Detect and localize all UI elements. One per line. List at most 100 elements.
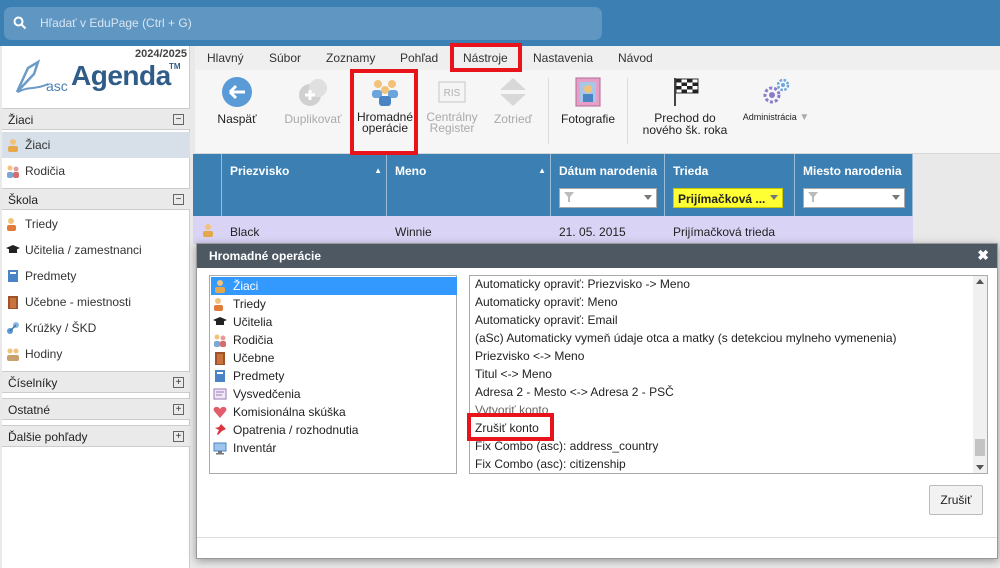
list-item[interactable]: Titul <-> Meno <box>475 367 552 385</box>
ascagenda-logo: asc Agenda TM <box>14 52 189 100</box>
menu-item-hlavny[interactable]: Hlavný <box>207 51 244 65</box>
list-item[interactable]: Učebne <box>211 349 457 367</box>
sidebar-item-kruzky[interactable]: Krúžky / ŠKD <box>2 315 190 341</box>
scrollbar[interactable] <box>973 276 987 473</box>
list-item[interactable]: Adresa 2 - Mesto <-> Adresa 2 - PSČ <box>475 385 674 403</box>
column-header-datum-narodenia[interactable]: Dátum narodenia <box>551 154 665 216</box>
chevron-down-icon <box>892 195 900 200</box>
expand-button[interactable]: + <box>173 404 184 415</box>
sidebar-item-label: Hodiny <box>25 347 63 361</box>
filter-datum[interactable] <box>559 188 657 208</box>
sidebar-item-label: Učitelia / zamestnanci <box>25 243 142 257</box>
scroll-down-icon[interactable] <box>976 465 984 470</box>
scroll-up-icon[interactable] <box>976 279 984 284</box>
scrollbar-thumb[interactable] <box>975 439 985 456</box>
new-school-year-button[interactable]: Prechod do nového šk. roka <box>639 76 731 136</box>
list-item-label: Inventár <box>233 441 277 455</box>
list-item[interactable]: Vysvedčenia <box>211 385 457 403</box>
book-icon <box>215 370 225 382</box>
monitor-icon <box>213 442 227 455</box>
sidebar-section-skola[interactable]: Škola − <box>2 188 190 210</box>
sidebar-item-hodiny[interactable]: Hodiny <box>2 341 190 367</box>
list-item-label: Opatrenia / rozhodnutia <box>233 423 359 437</box>
list-item-label: Vysvedčenia <box>233 387 301 401</box>
menu-item-navod[interactable]: Návod <box>618 51 653 65</box>
sidebar-item-predmety[interactable]: Predmety <box>2 263 190 289</box>
section-label: Škola <box>8 193 39 207</box>
list-item[interactable]: Opatrenia / rozhodnutia <box>211 421 457 439</box>
list-item[interactable]: Učitelia <box>211 313 457 331</box>
menu-item-zoznamy[interactable]: Zoznamy <box>326 51 375 65</box>
left-panel: 2024/2025 asc Agenda TM Žiaci − Žiaci Ro… <box>2 46 190 568</box>
sidebar-section-ziaci[interactable]: Žiaci − <box>2 108 190 130</box>
sidebar-item-ziaci[interactable]: Žiaci <box>2 132 190 158</box>
toolbar: Naspäť Duplikovať Hromadné operácie RIS … <box>195 70 1000 154</box>
duplicate-button[interactable]: Duplikovať <box>283 76 343 126</box>
list-item[interactable]: (aSc) Automaticky vymeň údaje otca a mat… <box>475 331 897 349</box>
operations-list[interactable]: Automaticky opraviť: Priezvisko -> Meno … <box>469 275 988 474</box>
finish-flag-icon <box>674 78 699 106</box>
bulk-operations-dialog: Hromadné operácie ✖ Žiaci Triedy Učiteli… <box>196 243 998 559</box>
sidebar-item-triedy[interactable]: Triedy <box>2 211 190 237</box>
sort-button[interactable]: Zotrieď <box>490 76 536 126</box>
list-item[interactable]: Fix Combo (asc): citizenship <box>475 457 626 473</box>
cell-birth-date: 21. 05. 2015 <box>559 225 626 239</box>
filter-funnel-icon <box>564 192 574 202</box>
photos-button[interactable]: Fotografie <box>557 76 619 126</box>
column-header-priezvisko[interactable]: Priezvisko ▲ <box>222 154 387 216</box>
list-item[interactable]: Automaticky opraviť: Email <box>475 313 618 331</box>
list-item[interactable]: Automaticky opraviť: Meno <box>475 295 618 313</box>
administration-button[interactable]: Administrácia ▼ <box>739 76 813 123</box>
list-item[interactable]: Priezvisko <-> Meno <box>475 349 584 367</box>
list-item[interactable]: Triedy <box>211 295 457 313</box>
list-item[interactable]: Inventár <box>211 439 457 457</box>
collapse-button[interactable]: − <box>173 194 184 205</box>
sidebar-item-label: Rodičia <box>25 164 66 178</box>
list-item[interactable]: Fix Combo (asc): address_country <box>475 439 658 457</box>
list-item[interactable]: Komisionálna skúška <box>211 403 457 421</box>
list-item[interactable]: Automaticky opraviť: Priezvisko -> Meno <box>475 277 690 295</box>
collapse-button[interactable]: − <box>173 114 184 125</box>
expand-button[interactable]: + <box>173 377 184 388</box>
book-icon <box>8 270 18 282</box>
search-icon <box>13 16 27 30</box>
filter-miesto[interactable] <box>803 188 905 208</box>
logo-name: Agenda <box>71 60 171 91</box>
search-box[interactable]: Hľadať v EduPage (Ctrl + G) <box>4 7 602 40</box>
central-register-button[interactable]: RIS Centrálny Register <box>422 76 482 134</box>
highlight-zrusit-konto <box>467 413 554 441</box>
menu-item-nastavenia[interactable]: Nastavenia <box>533 51 593 65</box>
sidebar-item-rodicia[interactable]: Rodičia <box>2 158 190 184</box>
duplicate-label: Duplikovať <box>284 112 342 126</box>
sidebar-section-ciselniky[interactable]: Číselníky + <box>2 371 190 393</box>
administration-label: Administrácia <box>742 112 797 122</box>
heart-icon <box>213 406 227 418</box>
sidebar-section-dalsie-pohlady[interactable]: Ďalšie pohľady + <box>2 425 190 447</box>
column-header-miesto-narodenia[interactable]: Miesto narodenia <box>795 154 913 216</box>
expand-button[interactable]: + <box>173 431 184 442</box>
menu-item-subor[interactable]: Súbor <box>269 51 301 65</box>
column-header-meno[interactable]: Meno ▲ <box>387 154 551 216</box>
sidebar-item-label: Triedy <box>25 217 58 231</box>
highlight-nastroje <box>450 43 522 72</box>
sidebar-section-ostatne[interactable]: Ostatné + <box>2 398 190 420</box>
filter-trieda[interactable]: Prijímačková ... <box>673 188 783 208</box>
list-item[interactable]: Rodičia <box>211 331 457 349</box>
sidebar-item-ucebne[interactable]: Učebne - miestnosti <box>2 289 190 315</box>
column-header-trieda[interactable]: Trieda Prijímačková ... <box>665 154 795 216</box>
sidebar-item-ucitelia[interactable]: Učitelia / zamestnanci <box>2 237 190 263</box>
cancel-button[interactable]: Zrušiť <box>929 485 983 515</box>
parents-icon <box>214 334 226 347</box>
close-icon[interactable]: ✖ <box>977 247 989 264</box>
table-row[interactable]: Black Winnie 21. 05. 2015 Prijímačková t… <box>193 216 913 244</box>
cell-name: Winnie <box>395 225 432 239</box>
list-item[interactable]: Žiaci <box>211 277 457 295</box>
section-label: Žiaci <box>8 113 34 127</box>
menu-item-pohlad[interactable]: Pohľad <box>400 51 438 65</box>
list-item[interactable]: Predmety <box>211 367 457 385</box>
category-list[interactable]: Žiaci Triedy Učitelia Rodičia Učebne Pre… <box>209 275 457 474</box>
grid-header-icon-col <box>193 154 222 216</box>
cell-surname: Black <box>230 225 260 239</box>
back-button[interactable]: Naspäť <box>215 76 259 126</box>
student-icon <box>203 224 213 237</box>
